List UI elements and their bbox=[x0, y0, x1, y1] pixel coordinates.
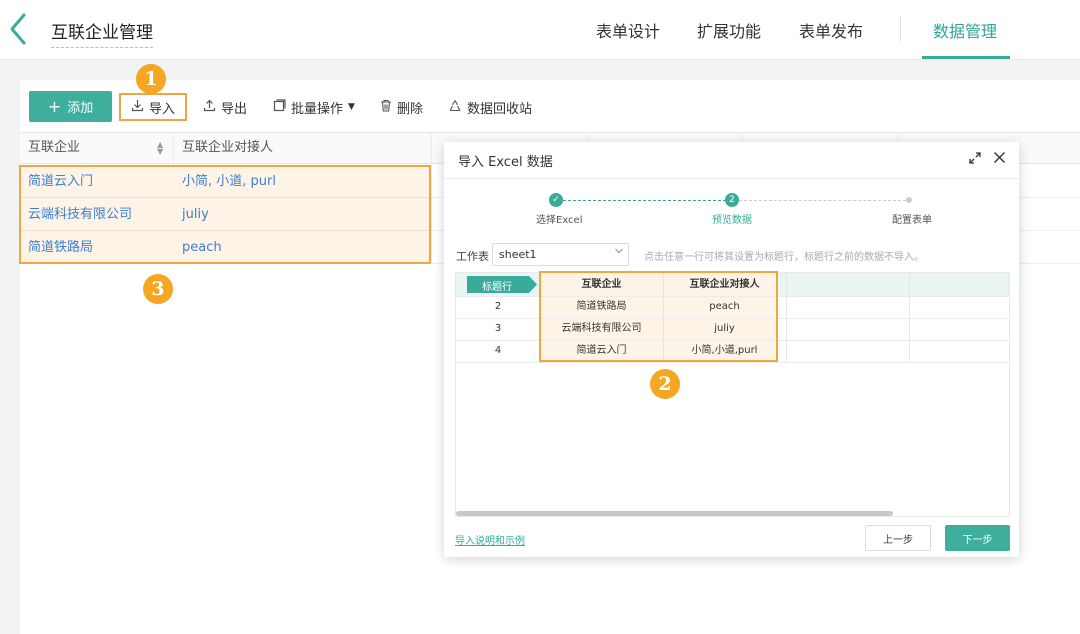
tab-data-management[interactable]: 数据管理 bbox=[933, 18, 997, 42]
step-connector bbox=[739, 200, 906, 201]
preview-columns-highlight-frame bbox=[539, 271, 778, 362]
worksheet-select[interactable]: sheet1 bbox=[492, 243, 629, 266]
preview-row-index[interactable]: 4 bbox=[456, 340, 540, 362]
close-icon[interactable] bbox=[993, 150, 1006, 168]
nav-divider bbox=[900, 16, 901, 42]
worksheet-hint: 点击任意一行可将其设置为标题行，标题行之前的数据不导入。 bbox=[644, 252, 924, 263]
upload-icon bbox=[203, 99, 216, 116]
tab-form-design[interactable]: 表单设计 bbox=[596, 18, 660, 42]
recycle-bin-label: 数据回收站 bbox=[467, 101, 533, 117]
add-button[interactable]: + 添加 bbox=[29, 91, 112, 122]
import-button[interactable]: 导入 bbox=[119, 93, 187, 121]
column-divider bbox=[909, 273, 910, 362]
recycle-icon bbox=[448, 99, 462, 116]
import-button-label: 导入 bbox=[148, 101, 175, 117]
step-badge-1: 1 bbox=[136, 64, 166, 94]
column-header-contact[interactable]: 互联企业对接人 bbox=[174, 132, 430, 164]
step-pending-dot bbox=[906, 197, 912, 203]
dialog-title: 导入 Excel 数据 bbox=[458, 155, 553, 170]
download-icon bbox=[131, 99, 144, 116]
add-button-label: 添加 bbox=[67, 101, 94, 116]
step-check-icon: ✓ bbox=[549, 193, 563, 207]
expand-icon[interactable] bbox=[969, 150, 981, 168]
batch-icon bbox=[273, 98, 286, 116]
batch-operation-button[interactable]: 批量操作 ▼ bbox=[273, 96, 355, 118]
preview-row-index[interactable]: 3 bbox=[456, 318, 540, 340]
caret-down-icon: ▼ bbox=[348, 102, 355, 112]
tab-form-publish[interactable]: 表单发布 bbox=[799, 18, 863, 42]
step-connector bbox=[563, 200, 726, 201]
step-label-current: 预览数据 bbox=[712, 215, 752, 226]
export-button[interactable]: 导出 bbox=[203, 96, 247, 118]
horizontal-scrollbar[interactable] bbox=[456, 511, 893, 516]
tab-extensions[interactable]: 扩展功能 bbox=[697, 18, 761, 42]
delete-button-label: 删除 bbox=[397, 101, 424, 117]
previous-step-button[interactable]: 上一步 bbox=[865, 525, 931, 551]
back-icon[interactable] bbox=[6, 12, 32, 46]
import-help-link[interactable]: 导入说明和示例 bbox=[455, 532, 525, 547]
step-current-dot: 2 bbox=[725, 193, 739, 207]
batch-operation-label: 批量操作 bbox=[291, 101, 344, 117]
plus-icon: + bbox=[47, 96, 62, 116]
delete-button[interactable]: 删除 bbox=[380, 96, 423, 118]
export-button-label: 导出 bbox=[221, 101, 248, 117]
active-tab-indicator bbox=[922, 56, 1010, 59]
column-header-company-label: 互联企业 bbox=[28, 140, 81, 155]
step-badge-3: 3 bbox=[143, 274, 173, 304]
step-label: 选择Excel bbox=[536, 215, 583, 226]
header-row-tag[interactable]: 标题行 bbox=[467, 276, 537, 293]
app-header bbox=[0, 0, 1080, 60]
preview-row-index[interactable]: 2 bbox=[456, 296, 540, 318]
step-badge-2: 2 bbox=[650, 369, 680, 399]
dialog-divider bbox=[444, 178, 1019, 179]
worksheet-label: 工作表 bbox=[456, 250, 489, 263]
column-header-company[interactable]: 互联企业 bbox=[20, 132, 172, 164]
step-label: 配置表单 bbox=[892, 215, 932, 226]
row-divider bbox=[456, 362, 1009, 363]
column-divider bbox=[786, 273, 787, 362]
sort-icon[interactable]: ▲ ▼ bbox=[157, 141, 163, 156]
header-row-tag-label: 标题行 bbox=[482, 282, 512, 293]
chevron-down-icon[interactable] bbox=[614, 246, 624, 259]
trash-icon bbox=[380, 99, 392, 116]
next-step-button[interactable]: 下一步 bbox=[945, 525, 1010, 551]
recycle-bin-button[interactable]: 数据回收站 bbox=[448, 96, 532, 118]
page-title[interactable]: 互联企业管理 bbox=[51, 18, 153, 48]
rows-highlight-frame bbox=[19, 165, 431, 264]
